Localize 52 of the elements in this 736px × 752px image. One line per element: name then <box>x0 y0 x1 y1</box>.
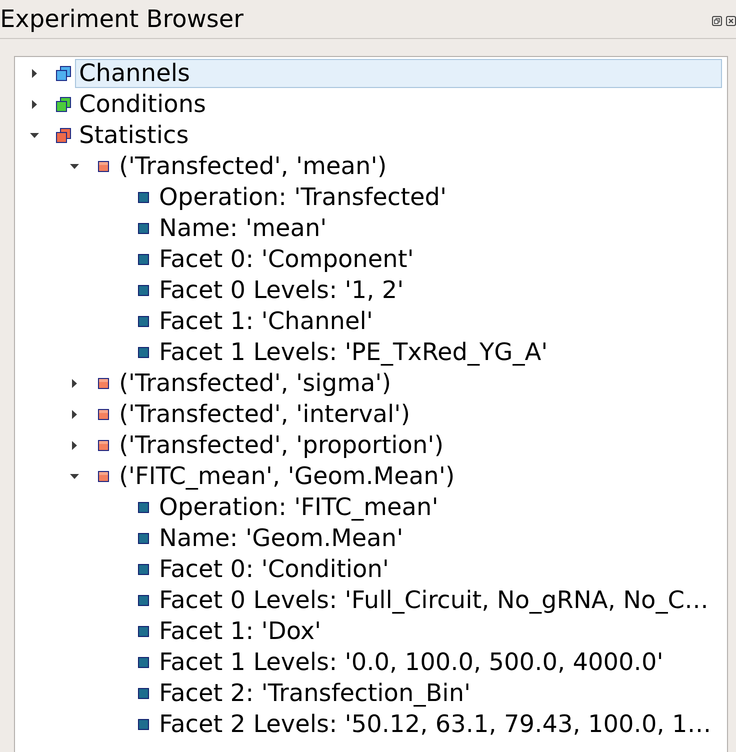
tree-item[interactable]: Facet 1: 'Channel' <box>155 307 722 336</box>
square-icon <box>138 316 148 327</box>
tree-item[interactable]: Facet 2: 'Transfection_Bin' <box>155 679 722 708</box>
square-icon <box>138 502 148 513</box>
square-icon <box>98 161 108 172</box>
restore-icon[interactable] <box>712 16 722 26</box>
square-icon <box>138 533 148 544</box>
tree-item[interactable]: Facet 1: 'Dox' <box>155 617 722 646</box>
square-icon <box>138 285 148 296</box>
square-icon <box>98 378 108 389</box>
square-icon <box>138 192 148 203</box>
square-icon <box>138 657 148 668</box>
tree-item[interactable]: ('Transfected', 'interval') <box>115 400 722 429</box>
square-icon <box>98 440 108 451</box>
tree-item[interactable]: Facet 0: 'Component' <box>155 245 722 274</box>
tree-item[interactable]: ('FITC_mean', 'Geom.Mean') <box>115 462 722 491</box>
tree-item[interactable]: Operation: 'Transfected' <box>155 183 722 212</box>
close-icon[interactable] <box>726 16 736 26</box>
square-icon <box>98 409 108 420</box>
tree-item[interactable]: Conditions <box>75 90 722 119</box>
caret-down-icon[interactable] <box>70 474 78 479</box>
tree-item[interactable]: Facet 1 Levels: 'PE_TxRed_YG_A' <box>155 338 722 367</box>
square-icon <box>138 626 148 637</box>
caret-right-icon[interactable] <box>72 379 76 388</box>
square-icon <box>138 688 148 699</box>
caret-down-icon[interactable] <box>70 164 78 169</box>
square-icon <box>138 595 148 606</box>
tree-item[interactable]: Statistics <box>75 121 722 150</box>
tree-item[interactable]: Facet 0: 'Condition' <box>155 555 722 584</box>
square-icon <box>138 347 148 358</box>
tree-item[interactable]: Name: 'mean' <box>155 214 722 243</box>
square-icon <box>138 254 148 265</box>
tree-item[interactable]: Operation: 'FITC_mean' <box>155 493 722 522</box>
tree-item[interactable]: Name: 'Geom.Mean' <box>155 524 722 553</box>
tree-item[interactable]: ('Transfected', 'sigma') <box>115 369 722 398</box>
tree-item[interactable]: ('Transfected', 'mean') <box>115 152 722 181</box>
square-icon <box>98 471 108 482</box>
caret-down-icon[interactable] <box>30 133 38 138</box>
tree-item[interactable]: ('Transfected', 'proportion') <box>115 431 722 460</box>
caret-right-icon[interactable] <box>72 441 76 450</box>
tree-item[interactable]: Facet 0 Levels: 'Full_Circuit, No_gRNA, No_C… <box>155 586 722 615</box>
square-icon <box>138 564 148 575</box>
tree-item[interactable]: Facet 2 Levels: '50.12, 63.1, 79.43, 100.0, 1… <box>155 710 722 739</box>
caret-right-icon[interactable] <box>32 69 36 78</box>
caret-right-icon[interactable] <box>32 100 36 109</box>
tree-item[interactable]: Channels <box>75 59 722 88</box>
panel-title: Experiment Browser <box>0 4 244 34</box>
caret-right-icon[interactable] <box>72 410 76 419</box>
square-icon <box>138 223 148 234</box>
square-icon <box>138 719 148 730</box>
tree-item[interactable]: Facet 1 Levels: '0.0, 100.0, 500.0, 4000.0' <box>155 648 722 677</box>
tree-item[interactable]: Facet 0 Levels: '1, 2' <box>155 276 722 305</box>
